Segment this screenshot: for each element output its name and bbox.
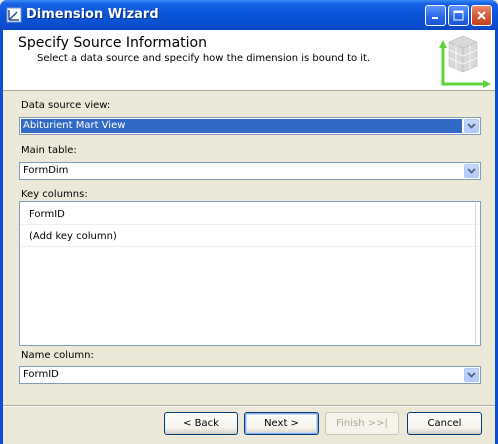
list-item[interactable]: FormID [21, 204, 479, 225]
data-source-view-label: Data source view: [21, 100, 111, 111]
list-scrollbar-edge [475, 203, 479, 344]
close-button[interactable] [471, 5, 492, 26]
key-columns-list[interactable]: FormID (Add key column) [19, 201, 481, 346]
chevron-down-icon [467, 372, 476, 378]
cube-axes-graphic [439, 35, 491, 88]
window-title: Dimension Wizard [26, 7, 159, 22]
minimize-button[interactable] [425, 5, 446, 26]
maximize-button[interactable] [448, 5, 469, 26]
main-table-dropdown[interactable]: FormDim [19, 162, 481, 180]
footer-divider [3, 405, 495, 407]
cancel-button[interactable]: Cancel [407, 412, 482, 435]
wizard-icon [6, 7, 22, 23]
chevron-down-icon [467, 168, 476, 174]
title-bar[interactable]: Dimension Wizard [0, 0, 498, 30]
page-subtitle: Select a data source and specify how the… [37, 53, 371, 64]
dropdown-arrow-button[interactable] [464, 368, 479, 382]
wizard-body: Specify Source Information Select a data… [3, 30, 495, 444]
dropdown-arrow-button[interactable] [464, 164, 479, 178]
dropdown-arrow-button[interactable] [464, 119, 479, 133]
back-button[interactable]: < Back [164, 412, 238, 435]
data-source-view-dropdown[interactable]: Abiturient Mart View [19, 117, 481, 135]
minimize-icon [432, 17, 438, 19]
data-source-view-value: Abiturient Mart View [21, 119, 462, 133]
name-column-label: Name column: [21, 350, 94, 361]
chevron-down-icon [467, 123, 476, 129]
next-button[interactable]: Next > [244, 412, 319, 435]
main-table-label: Main table: [21, 145, 77, 156]
name-column-value: FormID [23, 369, 59, 380]
main-table-value: FormDim [23, 165, 69, 176]
name-column-dropdown[interactable]: FormID [19, 366, 481, 384]
page-title: Specify Source Information [18, 35, 207, 51]
finish-button[interactable]: Finish >>| [325, 412, 399, 435]
maximize-icon [453, 10, 464, 21]
wizard-header: Specify Source Information Select a data… [3, 30, 495, 91]
dimension-wizard-window: Dimension Wizard Specify Source Informat… [0, 0, 498, 444]
close-icon [477, 11, 486, 20]
add-key-column-item[interactable]: (Add key column) [21, 226, 479, 247]
key-columns-label: Key columns: [21, 189, 88, 200]
